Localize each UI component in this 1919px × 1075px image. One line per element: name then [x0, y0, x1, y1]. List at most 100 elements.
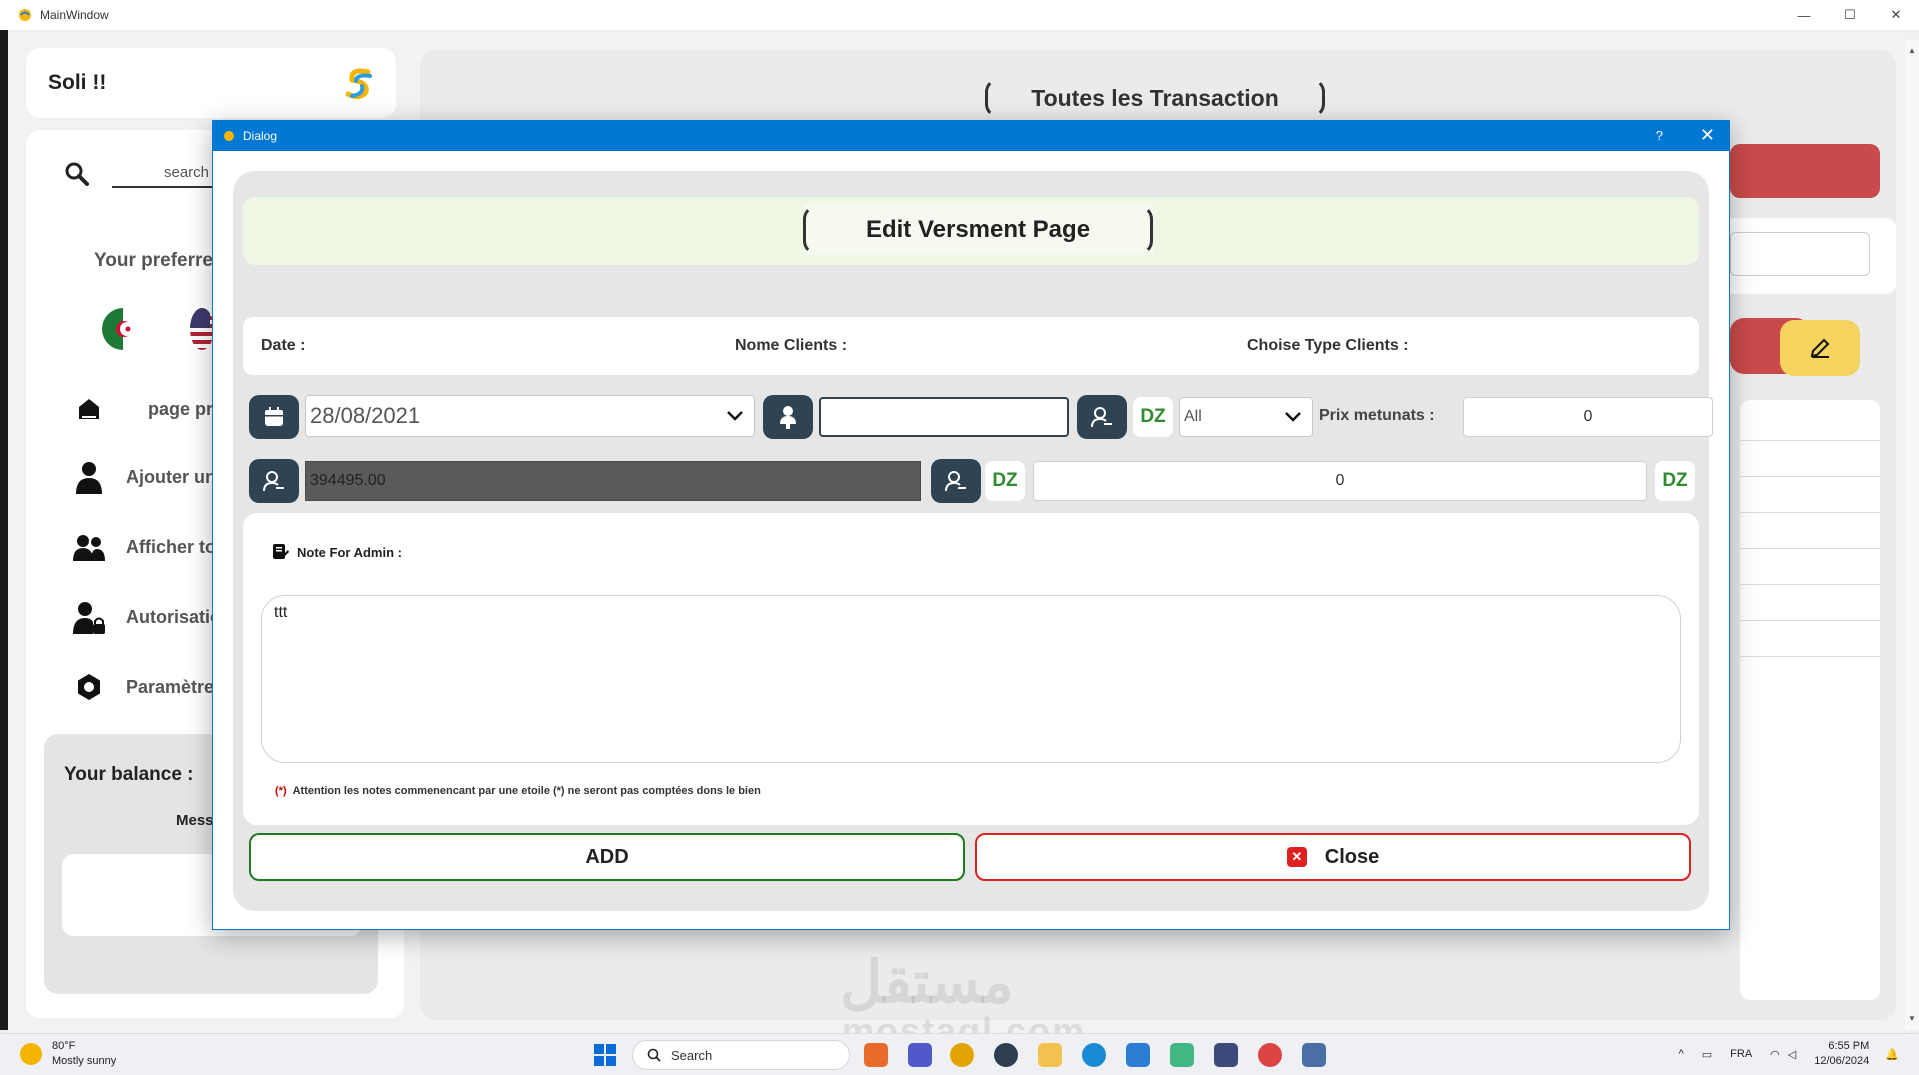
- temperature: 80°F: [52, 1040, 76, 1052]
- amount-user-button[interactable]: [931, 459, 981, 503]
- main-page-title-text: Toutes les Transaction: [1031, 84, 1279, 111]
- dialog-title: Dialog: [243, 129, 278, 143]
- edit-versment-dialog: Dialog ? ✕ Edit Versment Page Date : Nom…: [212, 120, 1730, 930]
- dialog-app-icon: [224, 131, 234, 141]
- table-row[interactable]: [1740, 656, 1880, 657]
- brand-card: Soli !!: [26, 48, 396, 118]
- client-details-button[interactable]: [1077, 395, 1127, 439]
- time: 6:55 PM: [1828, 1040, 1870, 1052]
- brand-name: Soli !!: [48, 71, 107, 94]
- weather-widget[interactable]: 80°F Mostly sunny: [20, 1039, 116, 1069]
- help-button[interactable]: ?: [1656, 128, 1663, 143]
- date-label: Date :: [261, 337, 306, 354]
- note-warning: (*) Attention les notes commenencant par …: [275, 785, 761, 797]
- scroll-up-icon[interactable]: ▲: [1908, 46, 1916, 55]
- client-type-select[interactable]: All: [1179, 397, 1313, 437]
- table-row[interactable]: [1740, 476, 1880, 477]
- filter-input[interactable]: [1730, 232, 1870, 276]
- prix-input[interactable]: 0: [1463, 397, 1713, 437]
- edit-button[interactable]: [1780, 320, 1860, 376]
- nav-ajouter[interactable]: Ajouter un: [72, 460, 216, 494]
- keyboard-icon[interactable]: ▭: [1702, 1048, 1712, 1061]
- visual-studio-icon[interactable]: [1214, 1043, 1238, 1067]
- language-indicator[interactable]: FRA: [1730, 1048, 1752, 1060]
- note-icon: [273, 544, 289, 559]
- close-button-label: Close: [1324, 845, 1380, 868]
- add-user-icon: [72, 460, 106, 494]
- maximize-button[interactable]: ☐: [1827, 0, 1873, 30]
- table-row[interactable]: [1740, 512, 1880, 513]
- dialog-titlebar: Dialog ? ✕: [213, 121, 1729, 151]
- chevron-down-icon[interactable]: [722, 403, 748, 429]
- prix-label: Prix metunats :: [1319, 407, 1435, 424]
- vscode-icon[interactable]: [1126, 1043, 1150, 1067]
- edge-icon[interactable]: [1082, 1043, 1106, 1067]
- taskbar-app-icon[interactable]: [864, 1043, 888, 1067]
- chevron-up-icon[interactable]: ^: [1679, 1048, 1684, 1060]
- pencil-icon: [1810, 338, 1830, 358]
- qt-icon[interactable]: [1170, 1043, 1194, 1067]
- python-app-icon[interactable]: [1302, 1043, 1326, 1067]
- nav-page-principale[interactable]: page pri: [72, 392, 218, 426]
- add-button[interactable]: ADD: [249, 833, 965, 881]
- client-lookup-button[interactable]: [763, 395, 813, 439]
- table-row[interactable]: [1740, 620, 1880, 621]
- amount-input[interactable]: 0: [1033, 461, 1647, 501]
- search-icon: [647, 1048, 661, 1062]
- red-action-button[interactable]: [1730, 144, 1880, 198]
- scroll-down-icon[interactable]: ▼: [1908, 1014, 1916, 1023]
- settings-icon: [72, 670, 106, 704]
- chrome-profile-icon[interactable]: [1258, 1043, 1282, 1067]
- nav-parametres[interactable]: Paramètres: [72, 670, 224, 704]
- chevron-down-icon[interactable]: [1280, 404, 1306, 430]
- notification-bell-icon[interactable]: 🔔: [1885, 1048, 1899, 1061]
- balance-user-button[interactable]: [249, 459, 299, 503]
- table-row[interactable]: [1740, 440, 1880, 441]
- file-explorer-icon[interactable]: [1038, 1043, 1062, 1067]
- clients-label: Nome Clients :: [735, 337, 848, 354]
- date-picker[interactable]: 28/08/2021: [305, 395, 755, 437]
- balance-sub-label: Mess: [176, 812, 214, 829]
- balance-label: Your balance :: [64, 764, 194, 785]
- vertical-scrollbar[interactable]: ▲ ▼: [1905, 40, 1919, 1030]
- algeria-flag-icon[interactable]: [102, 308, 144, 350]
- search-icon[interactable]: [64, 161, 90, 187]
- calendar-icon: [265, 407, 283, 426]
- warning-star: (*): [275, 785, 287, 797]
- system-tray: ^ ▭ FRA ◠ ◁ 6:55 PM 12/06/2024 🔔: [1679, 1039, 1899, 1069]
- nav-afficher[interactable]: Afficher tou: [72, 530, 227, 564]
- taskbar-search-label: Search: [671, 1047, 713, 1063]
- admin-note-textarea[interactable]: ttt: [261, 595, 1681, 763]
- preferred-language-label: Your preferre: [94, 250, 213, 271]
- start-button[interactable]: [594, 1044, 616, 1066]
- user-pin-icon: [780, 406, 796, 429]
- currency-badge: DZ: [1655, 461, 1695, 501]
- currency-badge: DZ: [1133, 397, 1173, 437]
- close-icon: ✕: [1286, 847, 1307, 867]
- minimize-button[interactable]: —: [1781, 0, 1827, 30]
- taskbar: 80°F Mostly sunny Search ^ ▭ FRA ◠ ◁ 6:5…: [0, 1033, 1919, 1075]
- clock[interactable]: 6:55 PM 12/06/2024: [1814, 1039, 1869, 1069]
- window-close-button[interactable]: ✕: [1873, 0, 1919, 30]
- window-title: MainWindow: [40, 8, 109, 22]
- date: 12/06/2024: [1814, 1055, 1870, 1067]
- weather-desc: Mostly sunny: [52, 1055, 117, 1067]
- table-row[interactable]: [1740, 584, 1880, 585]
- calendar-button[interactable]: [249, 395, 299, 439]
- wifi-icon[interactable]: ◠: [1770, 1048, 1780, 1061]
- volume-icon[interactable]: ◁: [1788, 1048, 1796, 1061]
- nav-autorisation[interactable]: Autorisatio: [72, 600, 221, 634]
- teams-icon[interactable]: [908, 1043, 932, 1067]
- table-row[interactable]: [1740, 548, 1880, 549]
- note-card: Note For Admin : ttt (*) Attention les no…: [243, 513, 1699, 825]
- note-label: Note For Admin :: [271, 543, 402, 561]
- taskbar-search[interactable]: Search: [632, 1040, 850, 1070]
- app-logo-icon: [19, 9, 31, 21]
- dialog-close-button[interactable]: ✕: [1700, 125, 1715, 146]
- close-button[interactable]: ✕ Close: [975, 833, 1691, 881]
- bracket-right: [1139, 205, 1153, 255]
- steam-icon[interactable]: [994, 1043, 1018, 1067]
- chrome-icon[interactable]: [950, 1043, 974, 1067]
- usa-flag-icon[interactable]: [190, 308, 214, 350]
- client-name-input[interactable]: [819, 397, 1069, 437]
